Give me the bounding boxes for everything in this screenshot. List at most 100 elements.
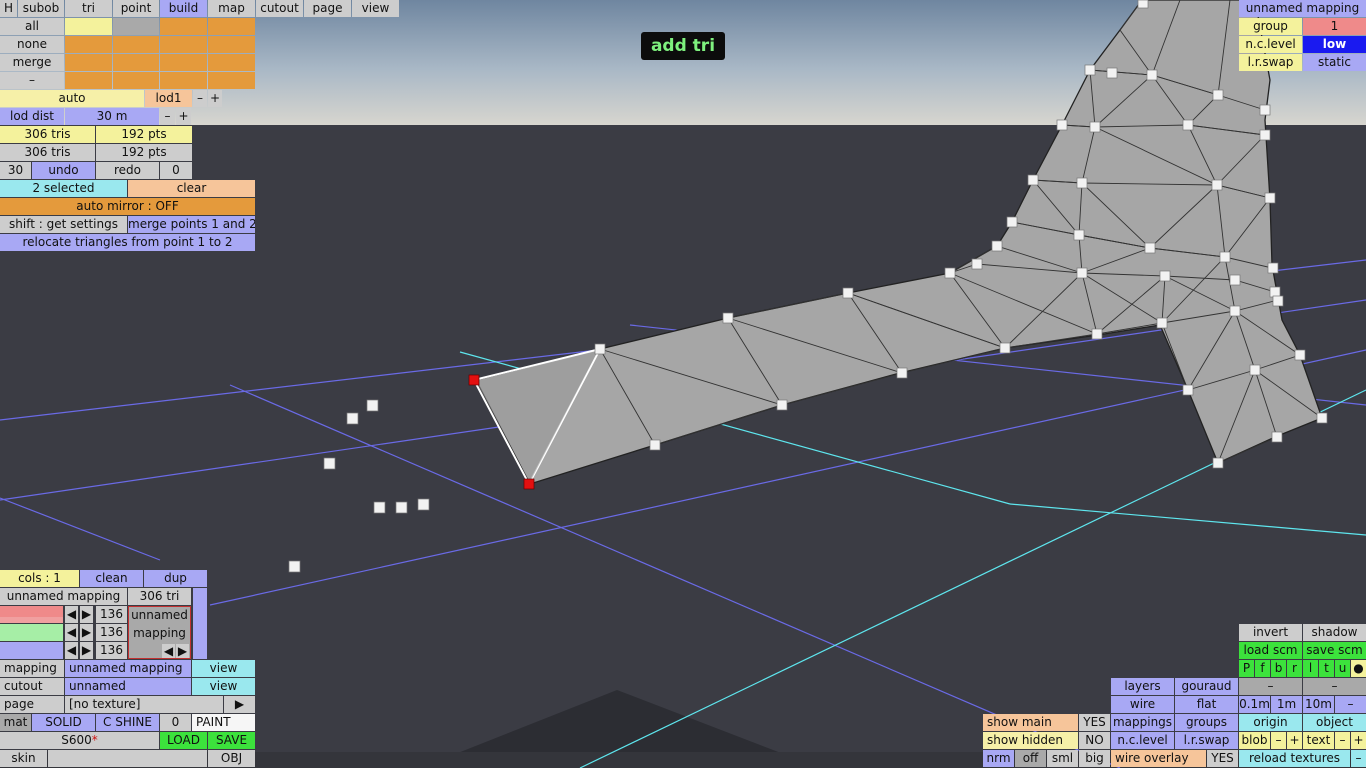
swatch-orange[interactable] [65,36,112,53]
merge-points-button[interactable]: merge points 1 and 2 [128,216,255,233]
green-left-arrow[interactable]: ◀ [65,624,78,641]
layer-dash-1[interactable]: – [1239,678,1302,695]
cutout-value[interactable]: unnamed [65,678,191,695]
lr-swap-value[interactable]: static [1303,54,1366,71]
flag-t[interactable]: t [1319,660,1334,677]
tab-map[interactable]: map [208,0,255,17]
clear-selection-button[interactable]: clear [128,180,255,197]
normals-off-button[interactable]: off [1015,750,1046,767]
tab-page[interactable]: page [304,0,351,17]
grid-10m-button[interactable]: 10m [1303,696,1334,713]
invert-button[interactable]: invert [1239,624,1302,641]
mapping-value[interactable]: unnamed mapping [65,660,191,677]
lod-plus-button[interactable]: + [208,90,222,107]
wire-button[interactable]: wire [1111,696,1174,713]
object-button[interactable]: object [1303,714,1366,731]
mapping-name[interactable]: unnamed mapping [1239,0,1366,17]
gouraud-button[interactable]: gouraud [1175,678,1238,695]
tab-point[interactable]: point [113,0,159,17]
solid-button[interactable]: SOLID [32,714,95,731]
paint-button[interactable]: PAINT [192,714,255,731]
lr-swap-button[interactable]: l.r.swap [1175,732,1238,749]
flag-u[interactable]: u [1335,660,1350,677]
reload-minus-button[interactable]: – [1351,750,1366,767]
redo-button[interactable]: redo [96,162,159,179]
text-minus-button[interactable]: – [1335,732,1350,749]
flag-p[interactable]: P [1239,660,1254,677]
lod-minus-button[interactable]: – [193,90,207,107]
nc-level-button[interactable]: n.c.level [1111,732,1174,749]
flat-button[interactable]: flat [1175,696,1238,713]
origin-button[interactable]: origin [1239,714,1302,731]
clean-button[interactable]: clean [80,570,143,587]
tab-h[interactable]: H [0,0,17,17]
get-settings-button[interactable]: shift : get settings [0,216,127,233]
blue-right-arrow[interactable]: ▶ [80,642,93,659]
lod-dist-minus-button[interactable]: – [160,108,175,125]
swatch-orange[interactable] [65,72,112,89]
flag-f[interactable]: f [1255,660,1270,677]
relocate-triangles-button[interactable]: relocate triangles from point 1 to 2 [0,234,255,251]
red-slider[interactable] [0,606,63,617]
layer-dash-2[interactable]: – [1303,678,1366,695]
grid-1m-button[interactable]: 1m [1271,696,1302,713]
flag-l[interactable]: l [1303,660,1318,677]
undo-button[interactable]: undo [32,162,95,179]
skin-field[interactable] [48,750,207,767]
save-button[interactable]: SAVE [208,732,255,749]
swatch-orange[interactable] [208,54,255,71]
auto-mirror-toggle[interactable]: auto mirror : OFF [0,198,255,215]
nc-level-value[interactable]: low [1303,36,1366,53]
lod-auto-button[interactable]: auto [0,90,144,107]
swatch-orange[interactable] [160,54,207,71]
show-main-toggle[interactable]: YES [1079,714,1110,731]
preview-left-arrow[interactable]: ◀ [162,644,175,658]
page-value[interactable]: [no texture] [65,696,223,713]
wire-overlay-toggle[interactable]: YES [1207,750,1238,767]
tab-build[interactable]: build [160,0,207,17]
swatch-orange[interactable] [208,36,255,53]
normals-big-button[interactable]: big [1079,750,1110,767]
select-none-button[interactable]: none [0,36,64,53]
swatch-gray[interactable] [113,18,159,35]
tab-view[interactable]: view [352,0,399,17]
obj-button[interactable]: OBJ [208,750,255,767]
tab-subob[interactable]: subob [18,0,64,17]
cutout-view-button[interactable]: view [192,678,255,695]
swatch-orange[interactable] [160,18,207,35]
blob-plus-button[interactable]: + [1287,732,1302,749]
show-hidden-toggle[interactable]: NO [1079,732,1110,749]
load-button[interactable]: LOAD [160,732,207,749]
red-left-arrow[interactable]: ◀ [65,606,78,623]
tab-tri[interactable]: tri [65,0,112,17]
layers-button[interactable]: layers [1111,678,1174,695]
color-scrollbar[interactable] [193,588,207,659]
red-right-arrow[interactable]: ▶ [80,606,93,623]
shadow-button[interactable]: shadow [1303,624,1366,641]
green-right-arrow[interactable]: ▶ [80,624,93,641]
grid-minus-button[interactable]: – [1335,696,1366,713]
mappings-button[interactable]: mappings [1111,714,1174,731]
swatch-orange[interactable] [160,36,207,53]
swatch-orange[interactable] [113,54,159,71]
blue-slider[interactable] [0,642,63,659]
swatch-orange[interactable] [160,72,207,89]
green-slider[interactable] [0,624,63,641]
swatch-orange[interactable] [208,72,255,89]
blob-minus-button[interactable]: – [1271,732,1286,749]
flag-b[interactable]: b [1271,660,1286,677]
shine-button[interactable]: C SHINE [96,714,159,731]
page-next-arrow[interactable]: ▶ [224,696,255,713]
lod-dist-plus-button[interactable]: + [176,108,191,125]
groups-button[interactable]: groups [1175,714,1238,731]
save-scm-button[interactable]: save scm [1303,642,1366,659]
lod1-button[interactable]: lod1 [145,90,192,107]
select-all-button[interactable]: all [0,18,64,35]
grid-0-1m-button[interactable]: 0.1m [1239,696,1270,713]
preview-right-arrow[interactable]: ▶ [176,644,189,658]
swatch-orange[interactable] [113,36,159,53]
normals-small-button[interactable]: sml [1047,750,1078,767]
reload-textures-button[interactable]: reload textures [1239,750,1350,767]
swatch-yellow[interactable] [65,18,112,35]
tab-cutout[interactable]: cutout [256,0,303,17]
